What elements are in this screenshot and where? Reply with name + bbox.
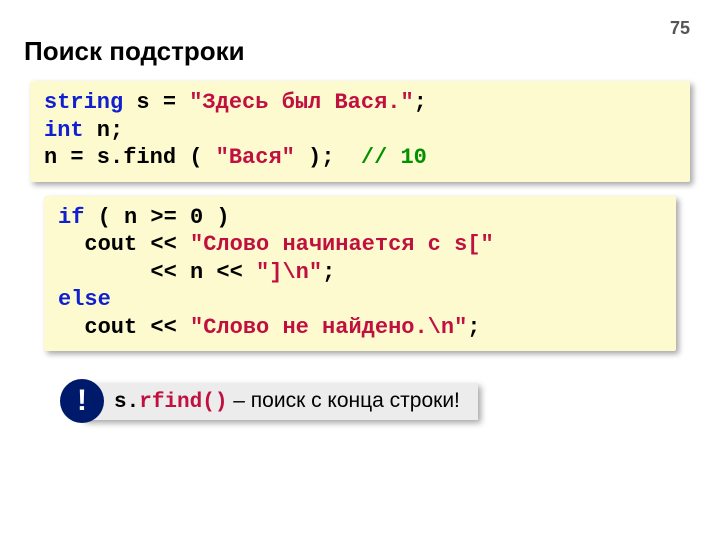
code-token: s. [114,391,139,414]
code-token: n = s. [44,145,123,170]
code-token: if [58,205,84,230]
code-token: "Здесь был Вася." [189,90,413,115]
code-token: "Вася" [216,145,295,170]
note-suffix: – поиск с конца строки! [227,389,459,412]
code-token: "]\n" [256,260,322,285]
code-token: int [44,118,84,143]
code-token: "Слово начинается с s[" [190,232,494,257]
code-token: cout << [58,232,190,257]
code-token: ( n >= 0 ) [84,205,229,230]
code-token: cout << [58,315,190,340]
code-token: n; [84,118,124,143]
code-token: ; [414,90,427,115]
note-text: s.rfind() – поиск с конца строки! [82,383,478,420]
code-token: << n << [58,260,256,285]
code-token: ( [176,145,216,170]
code-block-1: string s = "Здесь был Вася."; int n; n =… [30,81,690,182]
note-callout: ! s.rfind() – поиск с конца строки! [60,379,720,423]
code-token: // 10 [361,145,427,170]
code-token: string [44,90,123,115]
code-token: ); [295,145,361,170]
code-token: else [58,287,111,312]
code-token: rfind() [139,391,227,414]
code-token: s = [123,90,189,115]
code-token: ; [467,315,480,340]
page-number: 75 [670,18,690,39]
page-title: Поиск подстроки [0,0,720,75]
code-token: "Слово не найдено.\n" [190,315,467,340]
code-token: find [123,145,176,170]
code-block-2: if ( n >= 0 ) cout << "Слово начинается … [44,196,676,352]
code-token: ; [322,260,335,285]
alert-icon: ! [60,379,104,423]
